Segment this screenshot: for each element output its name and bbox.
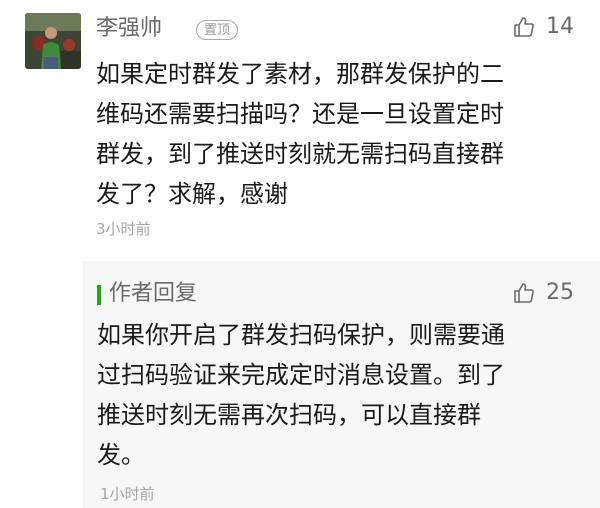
avatar[interactable] [25, 13, 81, 69]
comment-timestamp: 3小时前 [96, 220, 151, 238]
comment-author[interactable]: 李强帅 [96, 13, 162, 45]
user-photo-icon [25, 13, 81, 69]
reply-like-button[interactable]: 25 [512, 280, 574, 305]
comment-like-button[interactable]: 14 [512, 14, 574, 39]
pinned-badge: 置顶 [196, 20, 239, 40]
reply-text: 如果你开启了群发扫码保护，则需要通 过扫码验证来完成定时消息设置。到了 推送时刻… [97, 321, 505, 469]
reply-title: 作者回复 [109, 281, 198, 306]
comment-like-count: 14 [546, 14, 574, 39]
thumbs-up-icon [514, 16, 534, 37]
comment-text: 如果定时群发了素材，那群发保护的二 维码还需要扫描吗？还是一旦设置定时 群发，到… [96, 60, 504, 208]
reply-accent-bar [97, 285, 101, 305]
reply-timestamp: 1小时前 [100, 485, 155, 503]
reply-like-count: 25 [546, 280, 574, 305]
thumbs-up-icon [514, 282, 534, 303]
